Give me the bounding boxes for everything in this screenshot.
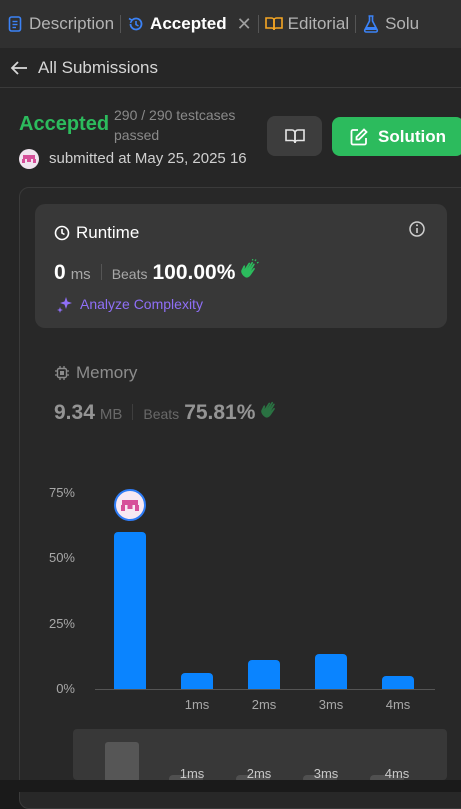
mini-label: 1ms (179, 766, 205, 780)
mini-bar (105, 742, 139, 780)
runtime-value-row: 0 ms Beats 100.00% (54, 259, 261, 285)
mini-label: 2ms (246, 766, 272, 780)
value-divider (100, 264, 102, 280)
runtime-beats-value: 100.00% (152, 261, 236, 284)
edit-icon (350, 127, 368, 145)
chart-bar[interactable] (114, 532, 146, 689)
chart-bar[interactable] (382, 675, 414, 689)
sparkle-icon (57, 297, 72, 313)
chart-bar[interactable] (181, 673, 213, 689)
clock-icon (54, 225, 70, 241)
runtime-value: 0 (54, 261, 66, 284)
memory-value: 9.34 (54, 401, 95, 424)
memory-beats-label: Beats (143, 406, 180, 422)
submitted-timestamp: submitted at May 25, 2025 16: (49, 150, 247, 167)
divider (0, 87, 461, 88)
chart-bar[interactable] (315, 653, 347, 689)
analyze-complexity-link[interactable]: Analyze Complexity (56, 295, 203, 313)
tab-label: Solu (385, 14, 420, 33)
back-link[interactable]: All Submissions (10, 58, 158, 78)
arrow-left-icon (10, 61, 27, 75)
memory-title[interactable]: Memory (54, 363, 137, 383)
your-submission-marker (114, 489, 146, 521)
y-tick-label: 25% (48, 615, 75, 631)
tab-editorial[interactable]: Editorial (259, 0, 355, 48)
x-tick-label: 4ms (385, 697, 411, 712)
value-divider (132, 404, 134, 420)
book-icon (264, 15, 283, 33)
bottom-strip (0, 780, 461, 792)
tab-label: Editorial (287, 14, 350, 33)
chip-icon (55, 366, 69, 380)
y-tick-label: 75% (48, 485, 75, 500)
history-icon (127, 15, 145, 33)
memory-unit: MB (99, 406, 123, 423)
memory-value-row: 9.34 MB Beats 75.81% (54, 399, 281, 425)
chart-bar[interactable] (248, 660, 280, 689)
avatar[interactable] (19, 149, 39, 169)
testcases-count: 290 / 290 testcases passed (114, 107, 236, 143)
memory-title-text: Memory (76, 363, 138, 382)
analyze-label: Analyze Complexity (80, 296, 203, 312)
clap-icon (261, 401, 276, 418)
y-tick-label: 0% (56, 681, 75, 696)
mini-label: 4ms (384, 766, 410, 780)
tab-accepted[interactable]: Accepted ✕ (121, 0, 258, 48)
solution-label: Solution (378, 126, 446, 146)
tab-label: Description (29, 14, 115, 33)
notebook-button[interactable] (267, 116, 322, 156)
runtime-unit: ms (70, 266, 91, 283)
runtime-title-text: Runtime (76, 223, 140, 242)
x-axis (95, 689, 435, 690)
tab-solutions[interactable]: Solu (356, 0, 425, 48)
x-tick-label: 1ms (184, 697, 210, 712)
info-icon[interactable] (408, 220, 426, 243)
close-icon[interactable]: ✕ (237, 14, 252, 35)
book-open-icon (284, 129, 305, 144)
mini-distribution-chart[interactable]: 1ms 2ms 3ms 4ms (73, 729, 447, 780)
back-label: All Submissions (38, 58, 158, 77)
mini-label: 3ms (313, 766, 339, 780)
document-icon (6, 15, 24, 33)
clap-icon (241, 259, 260, 278)
solution-button[interactable]: Solution (332, 117, 461, 156)
tab-bar: Description Accepted ✕ Editorial Solu (0, 0, 461, 48)
y-tick-label: 50% (48, 550, 75, 566)
runtime-title: Runtime (54, 223, 139, 243)
tab-description[interactable]: Description (0, 0, 120, 48)
runtime-beats-label: Beats (111, 266, 148, 282)
x-tick-label: 2ms (251, 697, 277, 712)
tab-label: Accepted (150, 14, 227, 33)
x-tick-label: 3ms (318, 697, 344, 712)
memory-beats-value: 75.81% (184, 401, 256, 424)
submission-status: Accepted (19, 113, 110, 135)
flask-icon (362, 15, 380, 33)
